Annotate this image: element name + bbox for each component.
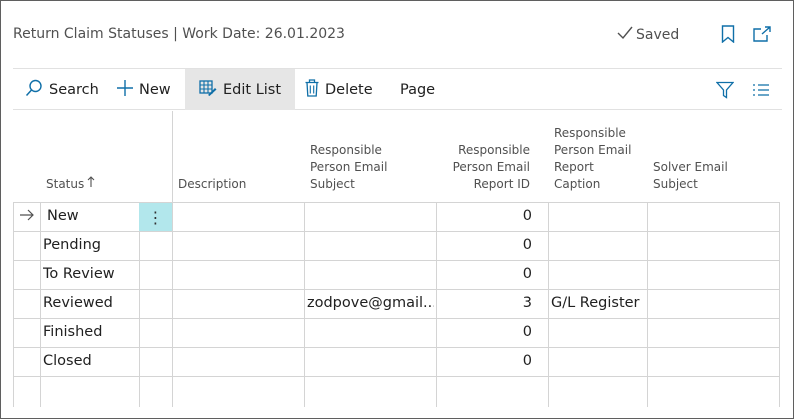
column-header-status-label: Status [46, 177, 85, 191]
trash-icon [305, 78, 319, 101]
header-line: Responsible [310, 143, 382, 157]
header-line: Report [554, 160, 594, 174]
status-cell[interactable]: To Review [43, 266, 115, 282]
report-id-cell[interactable]: 3 [439, 295, 532, 311]
rpe-subject-cell[interactable]: zodpove@gmail.... [307, 295, 434, 311]
column-header-solver-email-subject[interactable]: Solver Email Subject [653, 159, 728, 193]
plus-icon [117, 79, 133, 100]
delete-button[interactable]: Delete [305, 69, 373, 110]
row-divider [13, 318, 780, 319]
row-actions-menu-icon[interactable]: ⋮ [139, 203, 172, 231]
row-divider [13, 347, 780, 348]
column-header-description[interactable]: Description [178, 176, 246, 193]
row-divider [13, 376, 780, 377]
new-label: New [139, 81, 171, 98]
edit-list-label: Edit List [223, 81, 282, 98]
filter-icon[interactable] [712, 69, 738, 110]
page-frame: Return Claim Statuses | Work Date: 26.01… [0, 0, 794, 419]
list-view-icon[interactable] [748, 69, 774, 110]
header-line: Caption [554, 177, 601, 191]
checkmark-icon [617, 26, 633, 44]
report-id-cell[interactable]: 0 [439, 237, 532, 253]
action-bar: Search New Edit List Delete Page [13, 68, 782, 110]
header-line: Subject [653, 177, 698, 191]
report-id-cell[interactable]: 0 [439, 266, 532, 282]
status-cell[interactable]: Closed [43, 353, 92, 369]
open-in-new-window-icon[interactable] [751, 23, 773, 45]
header-line: Person Email [554, 143, 632, 157]
report-id-cell[interactable]: 0 [439, 324, 532, 340]
row-divider [13, 231, 780, 232]
status-cell[interactable]: Reviewed [43, 295, 113, 311]
status-list-grid: Status Description Responsible Person Em… [13, 111, 782, 407]
sort-ascending-icon [87, 176, 95, 193]
column-header-rpe-report-id[interactable]: Responsible Person Email Report ID [443, 142, 530, 193]
report-id-cell[interactable]: 0 [439, 353, 532, 369]
header-line: Person Email [452, 160, 530, 174]
saved-status: Saved [617, 26, 679, 44]
header-line: Report ID [473, 177, 530, 191]
report-caption-cell[interactable]: G/L Register [551, 295, 645, 311]
header-divider [13, 202, 780, 203]
header-line: Subject [310, 177, 355, 191]
row-divider [13, 260, 780, 261]
page-title: Return Claim Statuses | Work Date: 26.01… [13, 26, 345, 42]
report-id-cell[interactable]: 0 [439, 208, 532, 224]
header-line: Solver Email [653, 160, 728, 174]
new-button[interactable]: New [117, 69, 171, 110]
header-line: Responsible [554, 126, 626, 140]
status-cell[interactable]: Finished [43, 324, 102, 340]
saved-label: Saved [636, 27, 680, 43]
row-divider [13, 289, 780, 290]
edit-list-icon [199, 79, 217, 100]
search-label: Search [49, 81, 99, 98]
column-header-status[interactable]: Status [46, 176, 95, 193]
search-button[interactable]: Search [25, 69, 99, 110]
bookmark-icon[interactable] [717, 23, 739, 45]
status-cell[interactable]: Pending [43, 237, 101, 253]
edit-list-button[interactable]: Edit List [185, 69, 296, 110]
column-header-rpe-report-caption[interactable]: Responsible Person Email Report Caption [554, 125, 631, 193]
current-row-arrow-icon [19, 207, 35, 225]
header-line: Responsible [458, 143, 530, 157]
status-cell[interactable]: New [47, 208, 79, 224]
column-header-rpe-subject[interactable]: Responsible Person Email Subject [310, 142, 387, 193]
column-divider [172, 111, 173, 407]
header-line: Person Email [310, 160, 388, 174]
page-menu-button[interactable]: Page [400, 69, 435, 110]
delete-label: Delete [325, 81, 373, 98]
page-label: Page [400, 81, 436, 98]
search-icon [25, 79, 43, 101]
